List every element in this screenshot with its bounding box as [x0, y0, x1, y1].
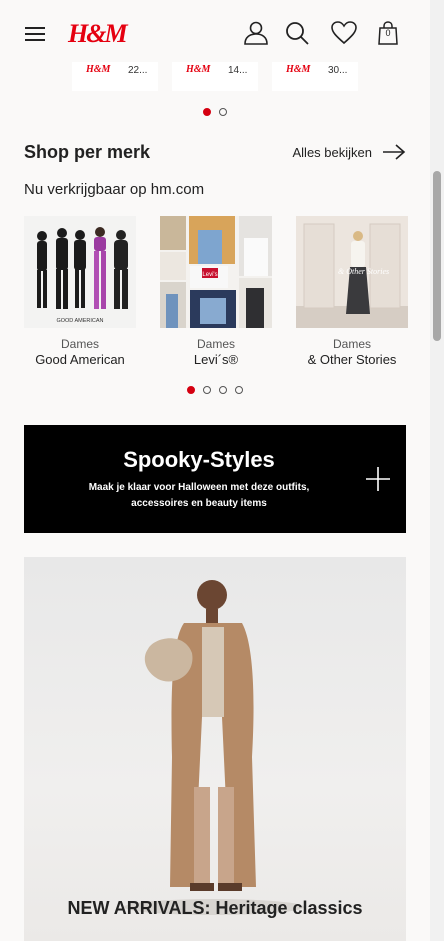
brand-image: & Other Stories — [296, 216, 408, 328]
product-logo: H&M — [286, 64, 311, 75]
brand-image: GOOD AMERICAN — [24, 216, 136, 328]
brand-image-caption: GOOD AMERICAN — [56, 318, 104, 324]
scrollbar-thumb[interactable] — [433, 171, 441, 341]
scrollbar-track[interactable] — [430, 0, 444, 941]
pagination-dot[interactable] — [235, 386, 243, 394]
banner-title: Spooky-Styles — [123, 447, 275, 472]
pagination-dot-active[interactable] — [203, 108, 211, 116]
banner-subtitle: Maak je klaar voor Halloween met deze ou… — [88, 482, 310, 509]
account-icon[interactable] — [243, 20, 269, 46]
brand-carousel-pagination — [187, 386, 243, 394]
pagination-dot-active[interactable] — [187, 386, 195, 394]
brand-card-good-american[interactable]: GOOD AMERICAN Dames Good American — [24, 216, 136, 367]
hm-logo[interactable]: H&M — [68, 19, 128, 49]
product-card[interactable]: H&M 14... — [172, 58, 258, 91]
site-header: H&M 0 — [0, 0, 430, 62]
brand-category: Dames — [196, 337, 235, 351]
favorites-heart-icon[interactable] — [331, 20, 357, 46]
models-photo — [24, 216, 136, 328]
pagination-dot[interactable] — [219, 108, 227, 116]
carousel-pagination — [203, 108, 227, 116]
brand-card-levis[interactable]: Levi's Dames Levi´s® — [160, 216, 272, 367]
spooky-styles-banner[interactable]: Spooky-Styles Maak je klaar voor Hallowe… — [24, 425, 406, 533]
brand-image: Levi's — [160, 216, 272, 328]
hero-title: NEW ARRIVALS: Heritage classics — [67, 898, 363, 918]
hero-new-arrivals[interactable]: NEW ARRIVALS: Heritage classics — [24, 557, 406, 941]
brand-category: Dames — [60, 337, 99, 351]
product-card[interactable]: H&M 22... — [72, 58, 158, 91]
product-price: 30... — [328, 65, 348, 76]
brand-name: & Other Stories — [307, 352, 397, 367]
other-stories-logo: & Other Stories — [338, 267, 389, 276]
brand-card-other-stories[interactable]: & Other Stories Dames & Other Stories — [296, 216, 408, 367]
product-logo: H&M — [86, 64, 111, 75]
menu-icon[interactable] — [25, 27, 45, 43]
see-all-label: Alles bekijken — [292, 144, 373, 160]
model-in-coat-photo — [124, 580, 304, 915]
product-price: 14... — [228, 65, 248, 76]
product-card[interactable]: H&M 30... — [272, 58, 358, 91]
bag-count: 0 — [385, 28, 391, 38]
brand-name: Good American — [35, 352, 125, 367]
brand-name: Levi´s® — [193, 352, 239, 367]
product-logo: H&M — [186, 64, 211, 75]
section-subtitle: Nu verkrijgbaar op hm.com — [24, 181, 205, 198]
pagination-dot[interactable] — [203, 386, 211, 394]
brand-category: Dames — [332, 337, 371, 351]
section-title: Shop per merk — [24, 142, 151, 162]
pagination-dot[interactable] — [219, 386, 227, 394]
levis-logo: Levi's — [202, 272, 217, 278]
product-price: 22... — [128, 65, 148, 76]
levis-collage-photo: Levi's — [160, 216, 272, 328]
other-stories-photo: & Other Stories — [296, 216, 408, 328]
plus-icon[interactable] — [366, 467, 390, 491]
arrow-right-icon — [383, 144, 406, 160]
see-all-link[interactable]: Alles bekijken — [293, 144, 407, 160]
shopping-bag-button[interactable]: 0 — [375, 20, 401, 46]
search-icon[interactable] — [284, 20, 310, 46]
